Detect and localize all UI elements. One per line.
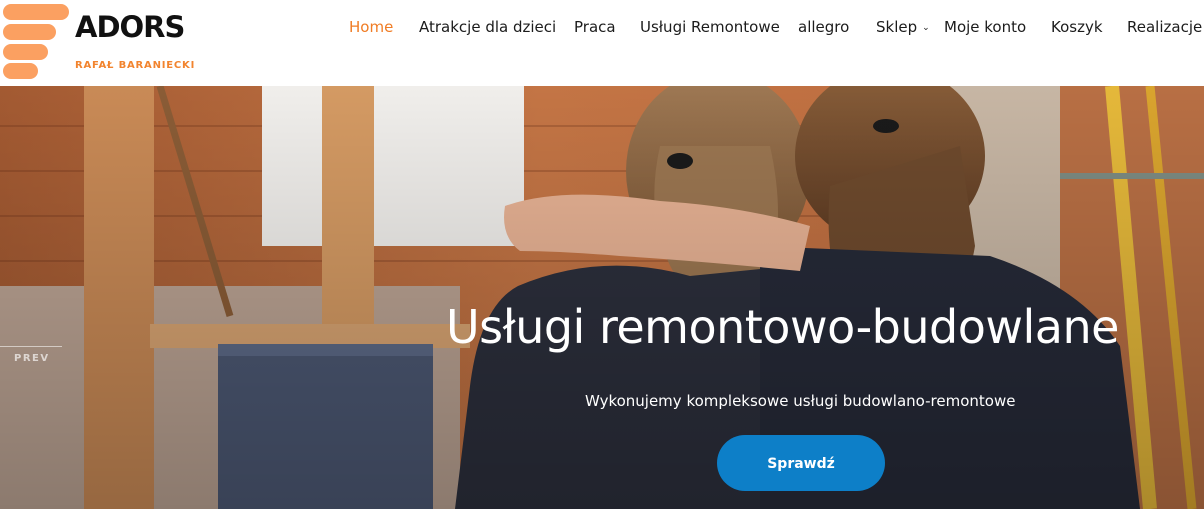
nav-item-home[interactable]: Home [349,18,393,36]
chevron-down-icon: ⌄ [922,23,930,33]
nav-item-atrakcje[interactable]: Atrakcje dla dzieci [419,18,556,36]
hero-slider: PREV Usługi remontowo-budowlane Wykonuje… [0,86,1204,509]
nav-item-sklep-label: Sklep [876,18,918,36]
nav-item-realizacje[interactable]: Realizacje [1127,18,1202,36]
logo-name: ADORS [75,10,185,44]
logo-tagline: RAFAŁ BARANIECKI [75,60,196,71]
slider-prev-button[interactable]: PREV [0,346,62,364]
hero-title: Usługi remontowo-budowlane [446,300,1119,354]
site-logo[interactable]: ADORS RAFAŁ BARANIECKI [0,0,200,86]
logo-bars-icon [0,0,75,86]
nav-item-moje-konto[interactable]: Moje konto [944,18,1026,36]
nav-item-uslugi-remontowe[interactable]: Usługi Remontowe [640,18,780,36]
cta-button[interactable]: Sprawdź [717,435,885,491]
nav-item-sklep[interactable]: Sklep ⌄ [876,18,930,36]
nav-item-praca[interactable]: Praca [574,18,616,36]
site-header: ADORS RAFAŁ BARANIECKI Home Atrakcje dla… [0,0,1204,86]
nav-item-koszyk[interactable]: Koszyk [1051,18,1103,36]
hero-subtitle: Wykonujemy kompleksowe usługi budowlano-… [585,392,1016,410]
hero-background-image [0,86,1204,509]
nav-item-allegro[interactable]: allegro [798,18,849,36]
